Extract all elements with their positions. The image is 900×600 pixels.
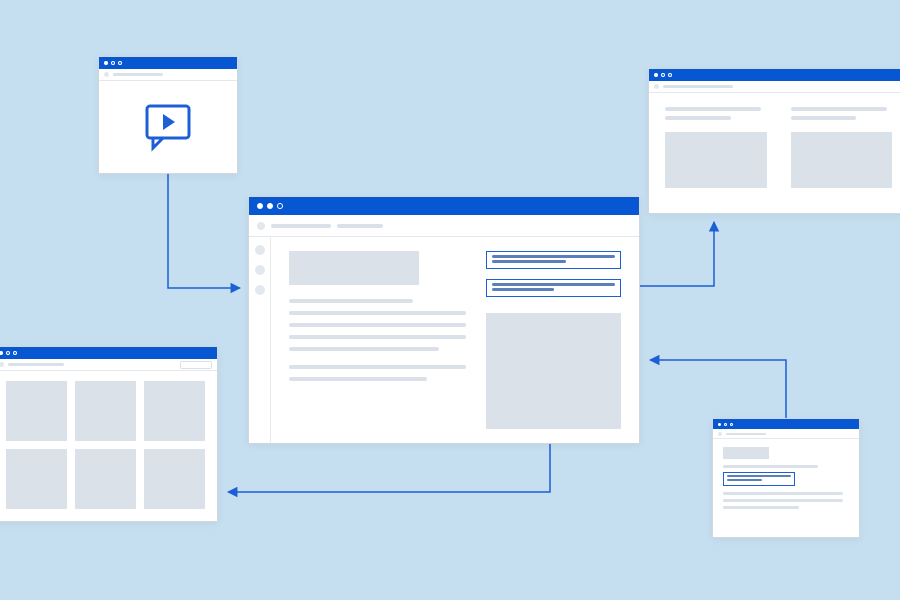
toolbar-icon [104, 72, 109, 77]
grid-cell [75, 381, 136, 441]
window-dot [118, 61, 122, 65]
links-column [486, 251, 621, 429]
image-block [791, 132, 893, 188]
toolbar [713, 429, 859, 439]
toolbar-icon [257, 222, 265, 230]
text-line [723, 465, 818, 468]
titlebar [649, 69, 900, 81]
window-dot [267, 203, 273, 209]
cards-window [648, 68, 900, 214]
window-dot [0, 351, 3, 355]
cards-body [649, 93, 900, 202]
window-dot [654, 73, 658, 77]
doc-link-box[interactable] [723, 472, 795, 486]
card-column [665, 107, 767, 188]
toolbar-text [8, 363, 64, 366]
sidebar [249, 237, 271, 443]
titlebar [0, 347, 217, 359]
titlebar [99, 57, 237, 69]
toolbar-text [663, 85, 733, 88]
toolbar-pill [180, 361, 212, 369]
window-dot [668, 73, 672, 77]
window-dot [13, 351, 17, 355]
window-dot [718, 423, 721, 426]
text-line [723, 506, 799, 509]
doc-window [712, 418, 860, 538]
toolbar [249, 215, 639, 237]
heading-block [289, 251, 419, 285]
video-body [99, 81, 237, 173]
grid-cell [75, 449, 136, 509]
toolbar-icon [0, 362, 4, 367]
play-bubble-icon [141, 102, 195, 152]
grid-body [0, 371, 217, 519]
text-line [289, 335, 466, 339]
link-text-line [727, 479, 762, 481]
grid-cell [144, 449, 205, 509]
doc-body [713, 439, 859, 517]
text-line [289, 347, 439, 351]
link-text-line [492, 255, 615, 258]
text-line [289, 299, 413, 303]
toolbar-text [726, 433, 766, 435]
toolbar-text [113, 73, 163, 76]
window-dot [724, 423, 727, 426]
toolbar [649, 81, 900, 93]
link-box-2[interactable] [486, 279, 621, 297]
text-line [289, 323, 466, 327]
window-dot [277, 203, 283, 209]
link-text-line [492, 288, 554, 291]
window-dot [6, 351, 10, 355]
window-dot [104, 61, 108, 65]
text-line [289, 311, 466, 315]
toolbar-icon [718, 432, 722, 436]
central-window [248, 196, 640, 444]
card-column [791, 107, 893, 188]
window-dot [111, 61, 115, 65]
toolbar [99, 69, 237, 81]
link-box-1[interactable] [486, 251, 621, 269]
text-line [289, 365, 466, 369]
toolbar-icon [654, 84, 659, 89]
grid-window [0, 346, 218, 522]
window-dot [730, 423, 733, 426]
image-block [486, 313, 621, 429]
main-text-column [289, 251, 466, 429]
text-line [665, 107, 761, 111]
video-window [98, 56, 238, 174]
window-dot [661, 73, 665, 77]
text-line [665, 116, 731, 120]
toolbar [0, 359, 217, 371]
link-text-line [727, 475, 791, 477]
toolbar-text [337, 224, 383, 228]
text-line [289, 377, 427, 381]
titlebar [713, 419, 859, 429]
link-text-line [492, 283, 615, 286]
titlebar [249, 197, 639, 215]
sidebar-icon [255, 265, 265, 275]
sidebar-icon [255, 285, 265, 295]
link-text-line [492, 260, 566, 263]
image-block [665, 132, 767, 188]
grid-cell [6, 449, 67, 509]
text-line [723, 492, 843, 495]
window-dot [257, 203, 263, 209]
heading-block [723, 447, 769, 459]
text-line [723, 499, 843, 502]
grid-cell [6, 381, 67, 441]
grid-cell [144, 381, 205, 441]
text-line [791, 116, 857, 120]
toolbar-text [271, 224, 331, 228]
sidebar-icon [255, 245, 265, 255]
text-line [791, 107, 887, 111]
